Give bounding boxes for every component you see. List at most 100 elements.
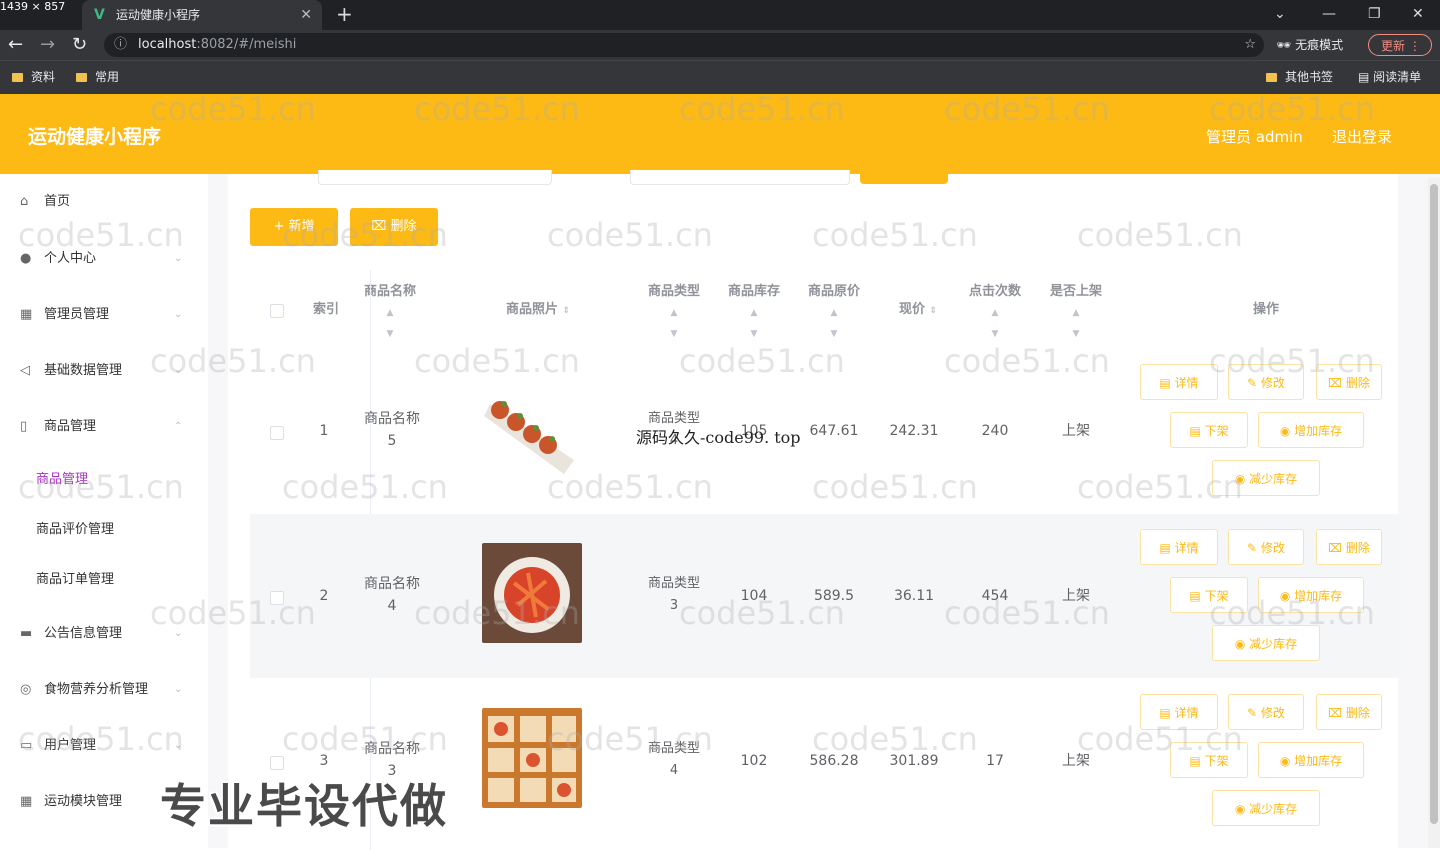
th-onsale[interactable]: 是否上架 ▲ ▼	[1036, 282, 1116, 344]
sidebar-subitem-goods[interactable]: 商品管理	[36, 470, 88, 490]
reload-icon[interactable]: ↻	[72, 30, 87, 60]
phone-icon: ▯	[20, 419, 28, 434]
cell-clicks: 454	[981, 588, 1009, 604]
row-checkbox[interactable]	[270, 756, 284, 770]
address-url: localhost:8082/#/meishi	[138, 37, 297, 52]
offsale-button[interactable]: ▤ 下架	[1170, 577, 1248, 613]
chevron-down-icon: ⌄	[174, 740, 183, 751]
doc-icon: ▤	[1189, 589, 1205, 603]
cell-onsale: 上架	[1062, 588, 1090, 604]
detail-button[interactable]: ▤ 详情	[1140, 529, 1218, 565]
browser-tab[interactable]: V 运动健康小程序 ✕	[82, 0, 322, 30]
new-tab-icon[interactable]: +	[336, 0, 353, 28]
restore-icon[interactable]: ❐	[1368, 0, 1381, 28]
offsale-button[interactable]: ▤ 下架	[1170, 742, 1248, 778]
th-index[interactable]: 索引	[304, 300, 348, 320]
cell-price: 36.11	[893, 588, 935, 604]
product-photo	[482, 382, 582, 482]
row-checkbox[interactable]	[270, 426, 284, 440]
edit-icon: ✎	[1247, 706, 1261, 720]
grid-icon: ▦	[20, 307, 33, 322]
sidebar-item-goods[interactable]: ▯ 商品管理 ⌃	[0, 407, 208, 447]
cell-index: 2	[319, 588, 329, 604]
reduce-stock-button[interactable]: ◉ 减少库存	[1212, 790, 1320, 826]
bookmark-folder-changyong[interactable]: 常用	[76, 61, 119, 93]
th-type[interactable]: 商品类型 ▲ ▼	[634, 282, 714, 344]
sidebar-item-nutrition[interactable]: ◎ 食物营养分析管理 ⌄	[0, 670, 208, 710]
detail-button[interactable]: ▤ 详情	[1140, 364, 1218, 400]
scrollbar-thumb[interactable]	[1430, 184, 1438, 824]
sidebar-subitem-goods-order[interactable]: 商品订单管理	[36, 570, 114, 590]
page-scrollbar[interactable]	[1428, 178, 1440, 848]
delete-button[interactable]: ⌧ 删除	[1316, 364, 1382, 400]
search-button[interactable]	[860, 174, 948, 184]
select-all-checkbox[interactable]	[270, 304, 284, 318]
search-input-type[interactable]	[630, 170, 850, 185]
sidebar-subitem-goods-review[interactable]: 商品评价管理	[36, 520, 114, 540]
cell-name: 商品名称 4	[364, 576, 420, 614]
site-info-icon[interactable]: ⓘ	[114, 33, 127, 57]
th-photo[interactable]: 商品照片 ⇕	[478, 300, 598, 321]
search-input-name[interactable]	[318, 170, 552, 185]
pin-icon: ◉	[1234, 472, 1250, 486]
add-stock-button[interactable]: ◉ 增加库存	[1258, 412, 1364, 448]
reading-list[interactable]: ▤ 阅读清单	[1358, 61, 1421, 93]
sidebar-item-home[interactable]: ⌂ 首页	[0, 182, 208, 222]
th-orig-price[interactable]: 商品原价 ▲ ▼	[794, 282, 874, 344]
sort-icon: ▲ ▼	[750, 308, 758, 339]
sidebar-item-label: 个人中心	[44, 251, 97, 266]
sort-icon: ▲ ▼	[670, 308, 678, 339]
forward-icon[interactable]: →	[40, 30, 55, 60]
row-checkbox[interactable]	[270, 591, 284, 605]
detail-button[interactable]: ▤ 详情	[1140, 694, 1218, 730]
cell-orig-price: 589.5	[813, 588, 855, 604]
update-button[interactable]: 更新 ⋮	[1368, 34, 1432, 56]
delete-button[interactable]: ⌧ 删除	[1316, 694, 1382, 730]
batch-delete-button[interactable]: ⌧ 删除	[350, 208, 438, 246]
add-button[interactable]: + 新增	[250, 208, 338, 246]
user-icon: ●	[20, 251, 32, 266]
pin-icon: ◉	[1234, 802, 1250, 816]
edit-button[interactable]: ✎ 修改	[1228, 529, 1304, 565]
bookmark-star-icon[interactable]: ☆	[1244, 33, 1256, 57]
pin-icon: ◉	[1279, 589, 1295, 603]
close-window-icon[interactable]: ✕	[1412, 0, 1424, 28]
cell-orig-price: 586.28	[809, 753, 859, 769]
chevron-down-icon: ⌄	[174, 365, 183, 376]
doc-icon: ▤	[1189, 424, 1205, 438]
sidebar-item-label: 首页	[44, 194, 71, 209]
add-stock-button[interactable]: ◉ 增加库存	[1258, 742, 1364, 778]
trash-icon: ⌧	[371, 219, 391, 234]
edit-button[interactable]: ✎ 修改	[1228, 694, 1304, 730]
th-stock[interactable]: 商品库存 ▲ ▼	[714, 282, 794, 344]
sidebar-item-base-data[interactable]: ◁ 基础数据管理 ⌄	[0, 351, 208, 391]
tab-search-icon[interactable]: ⌄	[1274, 0, 1286, 28]
bookmark-folder-ziliao[interactable]: 资料	[12, 61, 55, 93]
app-brand: 运动健康小程序	[28, 126, 162, 148]
reduce-stock-button[interactable]: ◉ 减少库存	[1212, 625, 1320, 661]
sidebar-item-profile[interactable]: ● 个人中心 ⌄	[0, 239, 208, 279]
offsale-button[interactable]: ▤ 下架	[1170, 412, 1248, 448]
incognito-indicator[interactable]: 🕶 无痕模式	[1276, 35, 1343, 55]
tab-close-icon[interactable]: ✕	[300, 0, 312, 30]
sidebar-item-admins[interactable]: ▦ 管理员管理 ⌄	[0, 295, 208, 335]
edit-icon: ✎	[1247, 541, 1261, 555]
th-clicks[interactable]: 点击次数 ▲ ▼	[955, 282, 1035, 344]
sidebar-item-notice[interactable]: ▬ 公告信息管理 ⌄	[0, 614, 208, 654]
sidebar-item-users[interactable]: ▭ 用户管理 ⌄	[0, 726, 208, 766]
add-stock-button[interactable]: ◉ 增加库存	[1258, 577, 1364, 613]
th-price[interactable]: 现价 ⇕	[878, 300, 958, 321]
th-name[interactable]: 商品名称 ▲ ▼	[350, 282, 430, 344]
source-overlay-text: 源码久久-code99. top	[636, 428, 801, 447]
delete-button[interactable]: ⌧ 删除	[1316, 529, 1382, 565]
minimize-icon[interactable]: —	[1322, 0, 1336, 28]
edit-button[interactable]: ✎ 修改	[1228, 364, 1304, 400]
logout-link[interactable]: 退出登录	[1332, 126, 1392, 147]
pin-icon: ◉	[1279, 424, 1295, 438]
back-icon[interactable]: ←	[8, 30, 23, 60]
reduce-stock-button[interactable]: ◉ 减少库存	[1212, 460, 1320, 496]
bookmark-other[interactable]: 其他书签	[1266, 61, 1333, 93]
table-panel: + 新增 ⌧ 删除 索引 商品名称 ▲ ▼ 商品照片 ⇕ 商品类型 ▲ ▼ 商品库存 ▲ ▼…	[228, 170, 1400, 850]
main-content: + 新增 ⌧ 删除 索引 商品名称 ▲ ▼ 商品照片 ⇕ 商品类型 ▲ ▼ 商品库存 ▲ ▼…	[208, 170, 1440, 850]
address-bar[interactable]: ⓘ localhost:8082/#/meishi ☆	[104, 33, 1264, 57]
